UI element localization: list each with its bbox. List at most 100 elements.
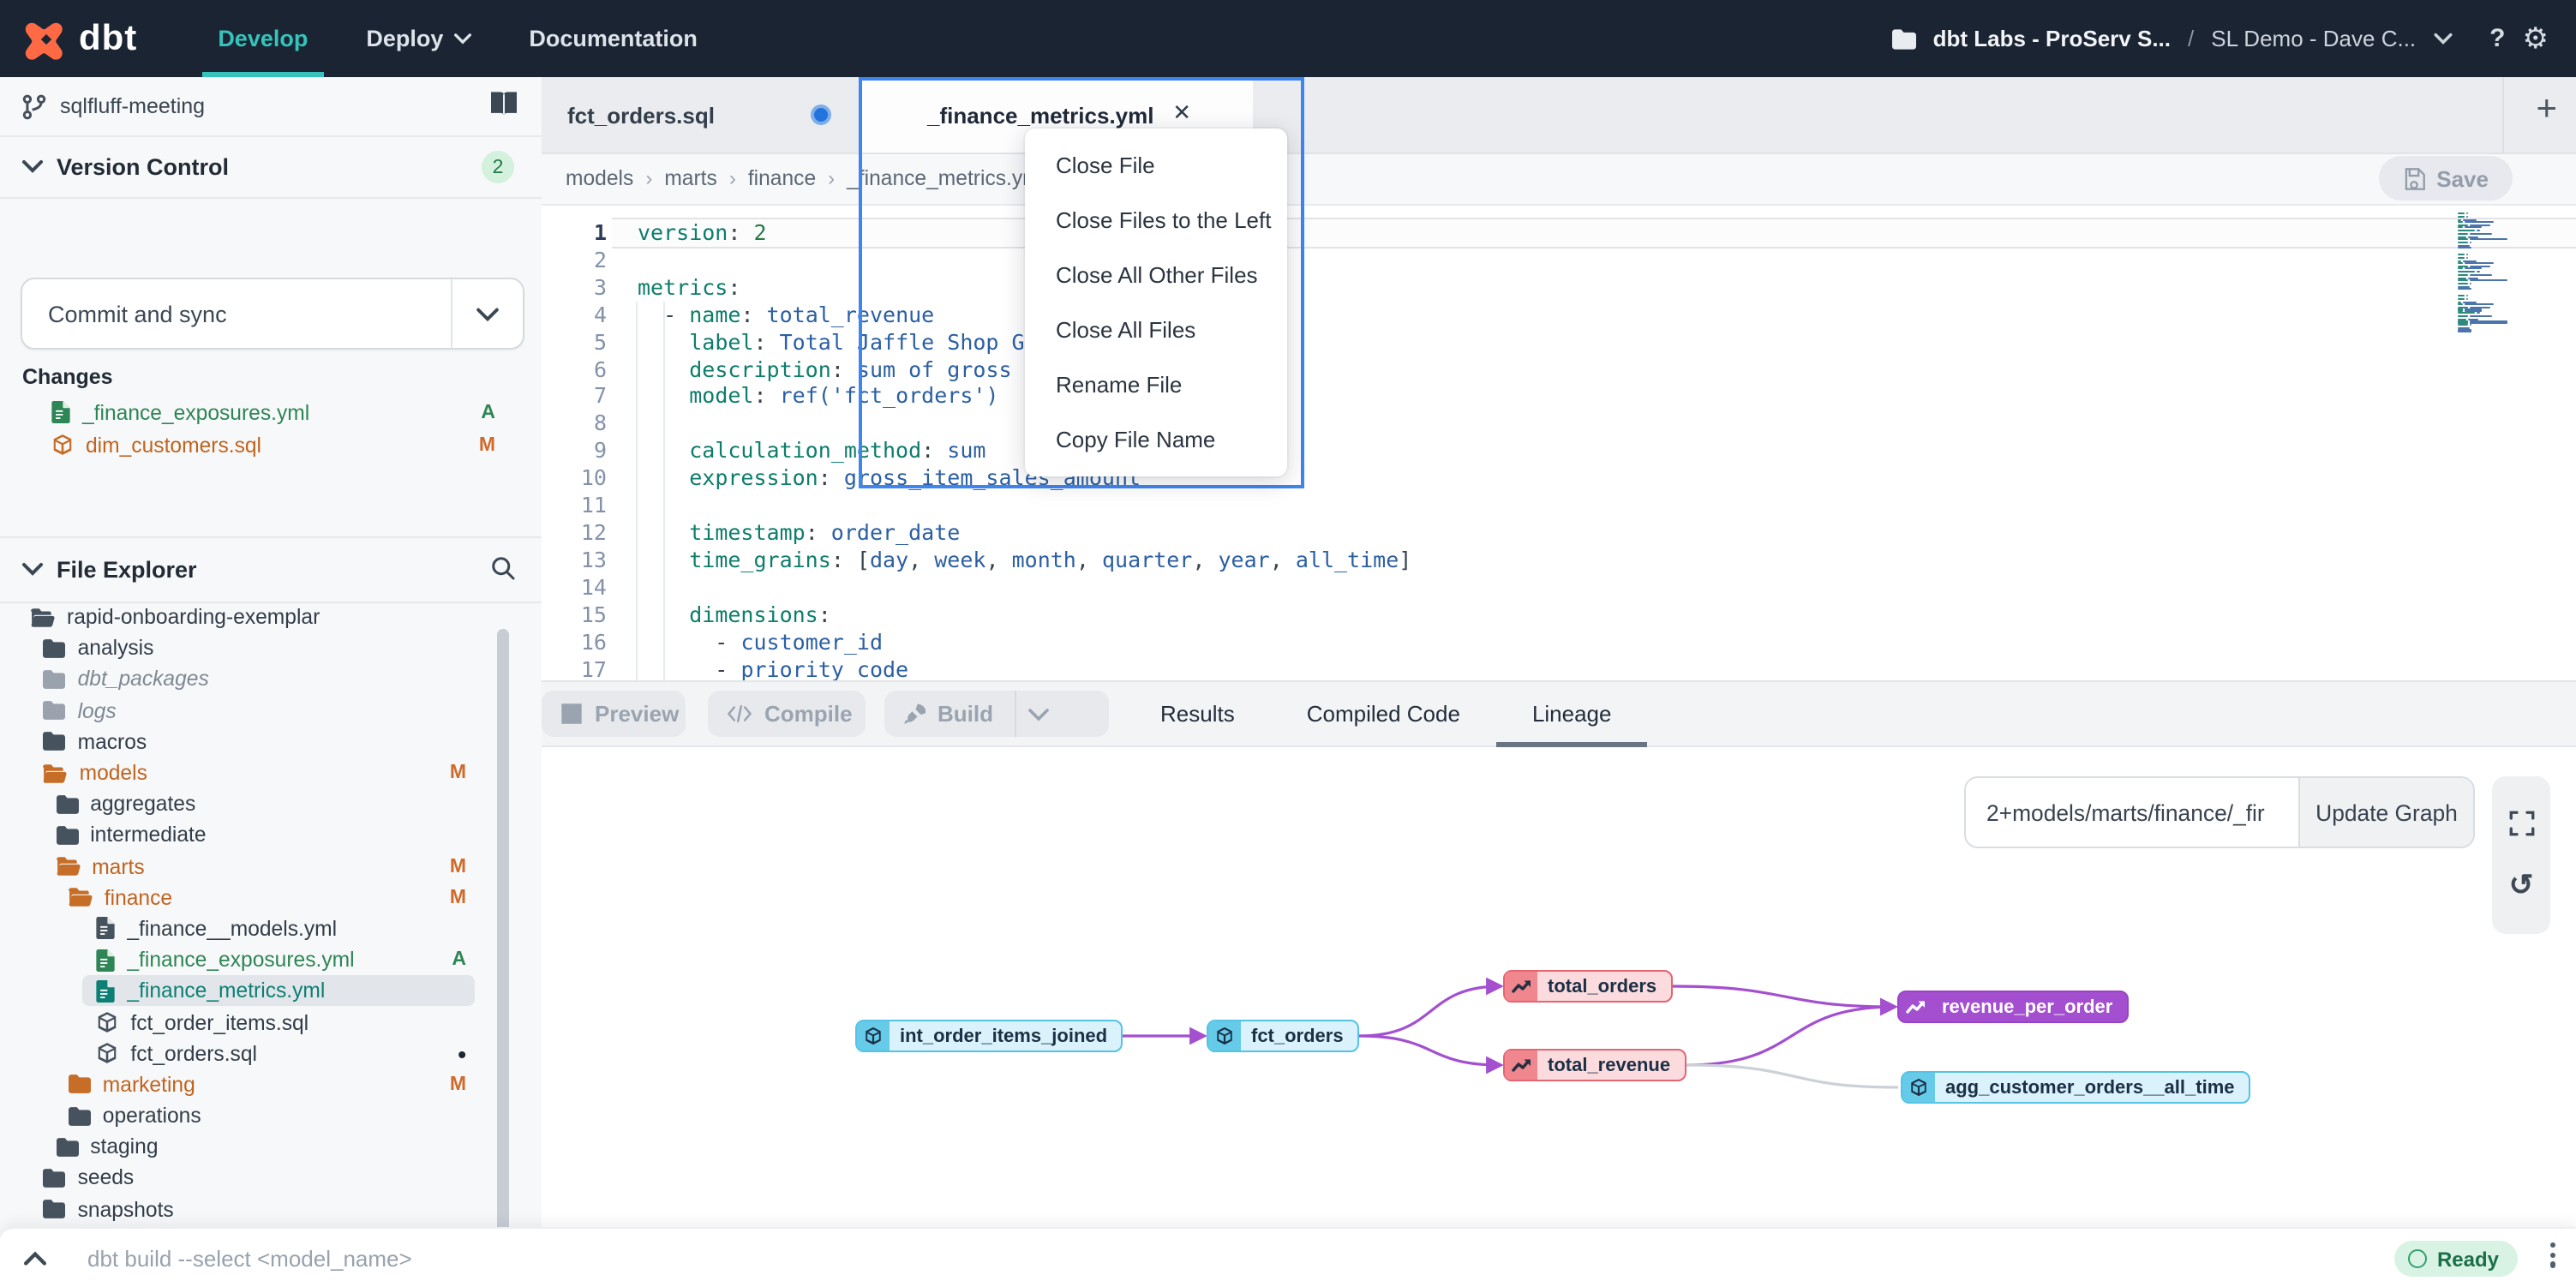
menu-item-close-all-other-files[interactable]: Close All Other Files: [1025, 247, 1287, 302]
node-label: int_order_items_joined: [890, 1026, 1121, 1046]
search-icon[interactable]: [490, 555, 516, 581]
chevron-down-icon[interactable]: [2433, 33, 2452, 45]
update-graph-button[interactable]: Update Graph: [2298, 778, 2473, 847]
tree-item-fct_orders.sql[interactable]: fct_orders.sql•: [0, 1038, 542, 1069]
project-name[interactable]: SL Demo - Dave C...: [2211, 26, 2416, 51]
tree-item-_finance__models.yml[interactable]: _finance__models.yml: [0, 913, 542, 944]
menu-item-copy-file-name[interactable]: Copy File Name: [1025, 411, 1287, 466]
tree-item-aggregates[interactable]: aggregates: [0, 788, 542, 819]
lineage-node-agg_customer_orders__all_time[interactable]: agg_customer_orders__all_time: [1901, 1071, 2250, 1104]
tree-item-macros[interactable]: macros: [0, 727, 542, 757]
sidebar: sqlfluff-meeting Version Control 2 Commi…: [0, 77, 543, 1287]
lineage-canvas[interactable]: int_order_items_joined fct_orders total_or…: [542, 744, 2576, 1227]
minimap-line: [2458, 244, 2516, 246]
menu-item-close-file[interactable]: Close File: [1025, 137, 1287, 192]
breadcrumb-item[interactable]: _finance_metrics.yml: [847, 166, 1045, 190]
tree-item-rapid-onboarding-exemplar[interactable]: rapid-onboarding-exemplar: [0, 602, 542, 632]
tree-item-label: _finance__models.yml: [127, 917, 337, 941]
tree-item-dbt_packages[interactable]: dbt_packages: [0, 664, 542, 695]
new-tab-button[interactable]: +: [2536, 89, 2557, 130]
build-options-dropdown[interactable]: [1014, 691, 1062, 737]
dbt-command-input[interactable]: [84, 1244, 1291, 1273]
breadcrumb-item[interactable]: models: [566, 166, 633, 190]
tree-item-_finance_metrics.yml[interactable]: _finance_metrics.yml: [0, 976, 542, 1007]
tree-item-snapshots[interactable]: snapshots: [0, 1194, 542, 1224]
tree-item-logs[interactable]: logs: [0, 695, 542, 726]
minimap-line: [2458, 315, 2516, 317]
folder-open-icon: [31, 608, 55, 626]
nav-develop[interactable]: Develop: [189, 0, 337, 77]
lineage-node-revenue_per_order[interactable]: revenue_per_order: [1897, 991, 2128, 1023]
ready-dot-icon: [2408, 1249, 2427, 1268]
node-label: total_revenue: [1537, 1055, 1684, 1075]
git-status-badge: A: [481, 402, 495, 422]
branch-name[interactable]: sqlfluff-meeting: [60, 94, 205, 118]
minimap-line: [2458, 236, 2516, 237]
tree-item-models[interactable]: modelsM: [0, 757, 542, 788]
tree-item-marts[interactable]: martsM: [0, 851, 542, 882]
code-editor[interactable]: 1234567891011121314151617 version: 2 met…: [542, 204, 2576, 682]
breadcrumb-item[interactable]: marts: [664, 166, 717, 190]
node-label: total_orders: [1537, 976, 1670, 997]
fullscreen-icon[interactable]: [2508, 811, 2534, 836]
results-tab-compiled-code[interactable]: Compiled Code: [1271, 682, 1496, 745]
menu-item-close-files-to-the-left[interactable]: Close Files to the Left: [1025, 192, 1287, 247]
tree-item-finance[interactable]: financeM: [0, 882, 542, 913]
git-branch-icon: [22, 93, 46, 119]
lineage-node-int_order_items_joined[interactable]: int_order_items_joined: [855, 1020, 1123, 1052]
lineage-edge: [1359, 986, 1501, 1036]
tree-item-fct_order_items.sql[interactable]: fct_order_items.sql: [0, 1007, 542, 1038]
help-icon[interactable]: ?: [2489, 24, 2505, 53]
close-tab-icon[interactable]: ✕: [1172, 99, 1191, 127]
lineage-node-fct_orders[interactable]: fct_orders: [1207, 1020, 1359, 1052]
dbt-logo[interactable]: dbt: [24, 16, 137, 61]
line-number: 17: [542, 655, 607, 683]
nav-documentation[interactable]: Documentation: [500, 0, 727, 77]
results-tab-lineage[interactable]: Lineage: [1496, 682, 1648, 745]
tree-item-operations[interactable]: operations: [0, 1100, 542, 1131]
save-button[interactable]: Save: [2378, 156, 2513, 201]
settings-gear-icon[interactable]: ⚙: [2523, 21, 2549, 56]
menu-item-close-all-files[interactable]: Close All Files: [1025, 302, 1287, 356]
tree-item-intermediate[interactable]: intermediate: [0, 820, 542, 851]
tree-item-analysis[interactable]: analysis: [0, 632, 542, 663]
more-options-kebab-icon[interactable]: [2550, 1242, 2555, 1267]
tree-item-staging[interactable]: staging: [0, 1131, 542, 1162]
lineage-selector-input[interactable]: [1966, 778, 2298, 847]
tree-item-_finance_exposures.yml[interactable]: _finance_exposures.ymlA: [0, 944, 542, 975]
change-item-dim_customers.sql[interactable]: dim_customers.sqlM: [0, 428, 542, 461]
minimap[interactable]: [2458, 213, 2516, 337]
folder-icon: [44, 670, 66, 689]
breadcrumb-item[interactable]: finance: [748, 166, 816, 190]
minimap-line: [2458, 247, 2516, 248]
docs-book-icon[interactable]: [488, 91, 519, 117]
minimap-line: [2458, 283, 2516, 284]
panel-button-compile[interactable]: Compile: [708, 691, 866, 737]
version-control-header[interactable]: Version Control 2: [0, 135, 542, 197]
tree-item-label: models: [80, 761, 147, 785]
tree-scrollbar[interactable]: [497, 629, 509, 1249]
reset-view-icon[interactable]: ↺: [2509, 871, 2534, 900]
nav-deploy[interactable]: Deploy: [337, 0, 500, 77]
file-explorer-title: File Explorer: [57, 556, 197, 582]
change-item-_finance_exposures.yml[interactable]: _finance_exposures.ymlA: [0, 396, 542, 428]
folder-icon: [56, 794, 78, 813]
tree-item-seeds[interactable]: seeds: [0, 1163, 542, 1194]
folder-icon: [44, 639, 66, 658]
commit-options-dropdown[interactable]: [451, 279, 523, 348]
code-line: - customer_id: [638, 628, 1411, 655]
account-name[interactable]: dbt Labs - ProServ S...: [1933, 26, 2171, 51]
file-explorer-header[interactable]: File Explorer: [0, 538, 542, 600]
expand-chevron-icon[interactable]: [24, 1251, 46, 1266]
collapse-chevron-icon: [22, 159, 43, 173]
lineage-node-total_orders[interactable]: total_orders: [1503, 970, 1672, 1003]
lineage-node-total_revenue[interactable]: total_revenue: [1503, 1049, 1686, 1081]
panel-button-build[interactable]: Build: [884, 691, 1109, 737]
commit-and-sync-button[interactable]: Commit and sync: [21, 278, 524, 350]
panel-button-preview[interactable]: Preview: [542, 691, 686, 737]
menu-item-rename-file[interactable]: Rename File: [1025, 356, 1287, 411]
tab-fct-orders-sql[interactable]: fct_orders.sql: [542, 77, 860, 153]
tree-item-marketing[interactable]: marketingM: [0, 1069, 542, 1100]
results-tab-results[interactable]: Results: [1124, 682, 1271, 745]
chevron-down-icon: [453, 33, 470, 45]
